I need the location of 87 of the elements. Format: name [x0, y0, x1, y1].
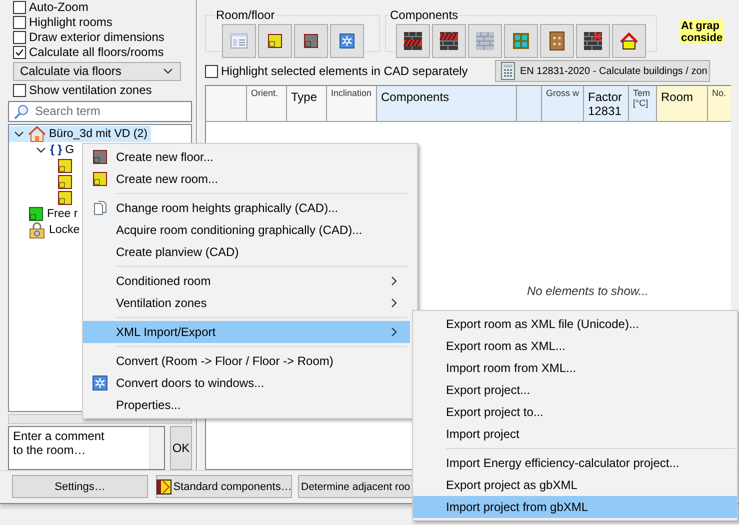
tree-item[interactable]: Free r [47, 208, 78, 220]
brick-wall-icon [439, 31, 459, 51]
ok-button[interactable]: OK [170, 426, 192, 470]
braces-icon: { } [50, 144, 62, 156]
checkbox[interactable] [13, 16, 26, 29]
menu-item[interactable]: Export room as XML file (Unicode)... [413, 313, 737, 335]
search-field[interactable]: Search term [8, 100, 192, 122]
search-icon [13, 104, 29, 120]
menu-item[interactable]: Change room heights graphically (CAD)... [83, 197, 410, 219]
checkbox[interactable] [13, 46, 26, 59]
menu-item[interactable]: Export room as XML... [413, 335, 737, 357]
menu-item[interactable]: Conditioned room [83, 270, 410, 292]
menu-item[interactable]: Create new floor... [83, 146, 410, 168]
brick-wall-icon [403, 31, 423, 51]
room-icon [267, 33, 283, 49]
form-icon [229, 31, 249, 51]
checkbox-label[interactable]: Auto-Zoom [29, 0, 88, 15]
checkbox[interactable] [13, 84, 26, 97]
calculation-dropdown[interactable]: Calculate via floors [13, 62, 181, 81]
checkbox-label[interactable]: Show ventilation zones [29, 82, 152, 98]
footer-button[interactable]: Standard components… [156, 475, 292, 498]
empty-message: No elements to show... [527, 284, 648, 298]
toolbar-button[interactable] [576, 24, 610, 58]
menu-item[interactable]: Import project [413, 423, 737, 445]
pages-icon [92, 200, 108, 216]
menu-item[interactable]: Import room from XML... [413, 357, 737, 379]
toolbar-button[interactable] [540, 24, 574, 58]
snowflake-icon [339, 33, 355, 49]
group-title: Room/floor [215, 8, 276, 22]
checkbox-label[interactable]: Highlight selected elements in CAD separately [221, 64, 468, 78]
components-icon [156, 478, 172, 494]
roof-icon [619, 31, 639, 51]
footer-button[interactable]: Determine adjacent roo [298, 475, 414, 498]
calculate-button[interactable]: EN 12831-2020 - Calculate buildings / zon [495, 60, 710, 82]
menu-item[interactable]: Ventilation zones [83, 292, 410, 314]
snowflake-icon [92, 375, 108, 391]
column-header[interactable]: Components [377, 86, 517, 121]
brick-wall-icon [475, 31, 495, 51]
tree-item[interactable]: G [65, 144, 74, 156]
menu-item[interactable]: Export project... [413, 379, 737, 401]
toolbar-button[interactable] [258, 24, 292, 58]
tree-item[interactable]: Büro_3d mit VD (2) [49, 128, 148, 140]
menu-item[interactable]: Acquire room conditioning graphically (CAD)... [83, 219, 410, 241]
checkbox[interactable] [13, 31, 26, 44]
checkbox[interactable] [13, 1, 26, 14]
footer-button[interactable]: Settings… [12, 475, 148, 498]
toolbar-button[interactable] [432, 24, 466, 58]
checkbox[interactable] [205, 64, 218, 78]
hint-text: At grap conside [680, 20, 724, 44]
toolbar-button[interactable] [294, 24, 328, 58]
room-icon [92, 171, 108, 187]
group-title: Components [389, 8, 460, 22]
door-icon [547, 31, 567, 51]
checkbox-label[interactable]: Highlight rooms [29, 15, 112, 30]
tree-row-highlight[interactable]: Büro_3d mit VD (2) [9, 126, 152, 142]
menu-item[interactable]: Export project to... [413, 401, 737, 423]
menu-item[interactable]: Convert (Room -> Floor / Floor -> Room) [83, 350, 410, 372]
column-header[interactable]: Factor 12831 [584, 86, 629, 121]
menu-item[interactable]: Import project from gbXML [413, 496, 737, 518]
toolbar-button[interactable] [612, 24, 646, 58]
column-header[interactable]: Inclination [327, 86, 377, 121]
window-icon [511, 31, 531, 51]
checkbox-label[interactable]: Calculate all floors/rooms [29, 45, 164, 60]
menu-item[interactable]: Create new room... [83, 168, 410, 190]
toolbar-button[interactable] [330, 24, 364, 58]
column-header[interactable]: No. [708, 86, 731, 121]
house-icon [28, 124, 46, 143]
padlock-icon [28, 220, 46, 239]
brick-wall-icon [583, 31, 603, 51]
column-header[interactable]: Room [657, 86, 708, 121]
menu-item[interactable]: Import Energy efficiency-calculator project... [413, 452, 737, 474]
calculator-icon [501, 62, 515, 80]
room-icon [28, 206, 44, 222]
menu-item[interactable]: XML Import/Export [83, 321, 410, 343]
column-header[interactable]: Orient. [247, 86, 287, 121]
floor-icon [303, 33, 319, 49]
column-header[interactable]: Tem [°C] [629, 86, 657, 121]
menu-item[interactable]: Export project as gbXML [413, 474, 737, 496]
checkbox-label[interactable]: Draw exterior dimensions [29, 30, 164, 45]
menu-item[interactable]: Properties... [83, 394, 410, 416]
column-header[interactable]: Type [287, 86, 327, 121]
toolbar-button[interactable] [396, 24, 430, 58]
floor-icon [92, 149, 108, 165]
menu-item[interactable]: Create planview (CAD) [83, 241, 410, 263]
column-header[interactable]: Gross w [542, 86, 584, 121]
menu-item[interactable]: Convert doors to windows... [83, 372, 410, 394]
tree-item[interactable]: Locke [49, 224, 80, 236]
